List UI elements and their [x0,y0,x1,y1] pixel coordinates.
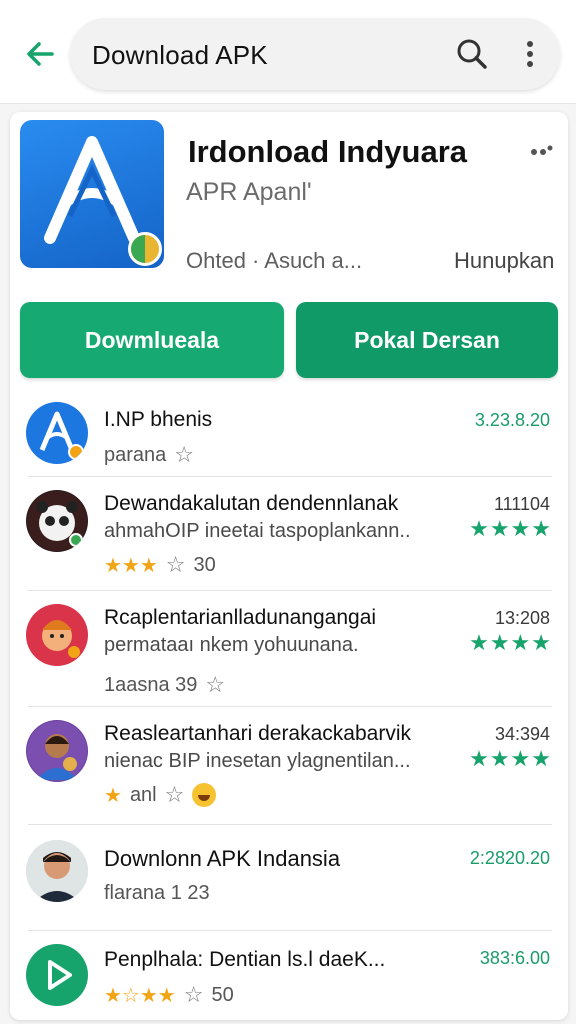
item-subtitle: permataaı nkem yohuunana. [104,634,359,656]
search-query[interactable]: Download APK [92,40,268,71]
item-title: Downlonn APK Indansia [104,846,341,871]
star-outline-icon: ☆ [183,982,204,1007]
item-version: 2:2820.20 [469,848,550,868]
play-icon [26,944,88,1006]
star-outline-icon: ☆ [164,782,185,807]
cartoon-avatar [26,604,88,666]
item-version: 3.23.8.20 [474,410,550,430]
more-vert-icon[interactable] [512,36,548,72]
search-icon[interactable] [454,36,490,72]
divider [28,590,552,591]
man-avatar [26,840,88,902]
item-version: 383:6.00 [479,948,550,968]
app-meta-right: Hunupkan [454,248,555,273]
item-title: Dewandakalutan dendennlanak [104,492,399,515]
star-outline-icon: ☆ [165,552,186,577]
item-meta-text: 50 [211,983,234,1006]
item-version: 111104 [493,494,550,514]
item-meta-text: 1aasna 39 [104,673,198,696]
item-title: Penplhala: Dentian ls.l daeK... [104,948,386,971]
item-subtitle: nienac BIP inesetan ylagnentilan... [104,750,411,772]
app-title: Irdonload Indyuara [188,134,468,169]
rating-stars: ★★★★ [469,746,552,771]
app-detail-card: Irdonload Indyuara APR Apanl' Ohted · As… [10,112,568,1020]
divider [28,930,552,931]
rating-stars-icon: ★★★ [104,554,158,577]
item-meta-text: 30 [193,553,216,576]
download-button[interactable]: Dowmlueala [20,302,284,378]
rating-stars: ★★★★ [469,516,552,541]
divider [28,824,552,825]
search-bar[interactable]: Download APK [70,18,560,90]
item-version: 13:208 [494,608,550,628]
item-title: I.NP bhenis [104,408,213,431]
item-meta: ★☆★★ ☆ 50 [104,982,234,1008]
panda-avatar [26,490,88,552]
divider [28,476,552,477]
back-arrow-icon[interactable] [18,32,62,76]
star-filled-icon: ★ [104,784,122,807]
item-meta: flarana 1 23 [104,882,210,904]
item-meta: ★ anl ☆ [104,782,217,808]
star-outline-icon: ☆ [205,672,226,697]
more-dots-icon[interactable] [530,144,554,158]
list-item[interactable]: Rcaplentarianlladunangangai permataaı nk… [10,602,568,712]
item-title: Reasleartanhari derakackabarvik [104,722,411,745]
item-meta: parana ☆ [104,442,194,468]
divider [28,706,552,707]
boy-avatar [26,720,88,782]
item-meta: ★★★ ☆ 30 [104,552,216,578]
list-item[interactable]: Penplhala: Dentian ls.l daeK... ★☆★★ ☆ 5… [10,942,568,1018]
app-meta-left: Ohted · Asuch a... [186,248,363,273]
item-version: 34:394 [494,724,550,744]
badge-icon [128,232,162,266]
secondary-action-button[interactable]: Pokal Dersan [296,302,558,378]
emoji-icon [192,783,217,807]
app-subtitle: APR Apanl' [186,178,312,206]
top-app-bar: Download APK [0,0,576,104]
app-logo-icon [20,120,164,268]
item-meta-text: anl [129,783,157,806]
item-meta-text: parana [104,443,167,466]
list-item[interactable]: Downlonn APK Indansia flarana 1 23 2:282… [10,838,568,928]
rating-stars: ★★★★ [469,630,552,655]
list-item[interactable]: Dewandakalutan dendennlanak ahmahOIP ine… [10,488,568,598]
list-item[interactable]: Reasleartanhari derakackabarvik nienac B… [10,718,568,828]
rating-stars-icon: ★☆★★ [104,984,176,1007]
item-meta: 1aasna 39 ☆ [104,672,225,698]
item-title: Rcaplentarianlladunangangai [104,606,377,629]
item-subtitle: ahmahOIP ineetai taspoplankann.. [104,520,411,542]
star-outline-icon: ☆ [174,442,195,467]
app-a-icon [26,402,88,464]
